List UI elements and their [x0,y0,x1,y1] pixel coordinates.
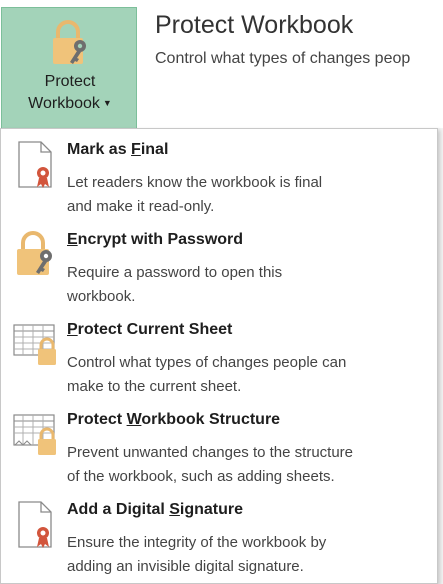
menu-title-accelerator: E [67,231,78,248]
menu-title-suffix: ignature [179,501,244,518]
section-description: Control what types of changes peop [155,50,411,67]
description-line-1: Require a password to open this [67,264,283,281]
description-line-1: Ensure the integrity of the workbook by [67,534,327,551]
button-label-line1: Protect [44,73,96,90]
menu-title-accelerator: S [169,501,180,518]
menu-item-encrypt-with-password[interactable]: Encrypt with Password Require a password… [1,219,437,309]
menu-title-accelerator: F [131,141,141,158]
menu-title-suffix: orkbook Structure [141,411,281,428]
protect-workbook-button[interactable]: Protect Workbook ▼ [1,7,137,129]
background-strip [438,128,443,584]
description-line-2: adding an invisible digital signature. [67,558,304,575]
sheet-lock-icon [13,319,59,369]
menu-title-accelerator: W [126,411,142,428]
menu-item-description: Prevent unwanted changes to the structur… [67,441,427,489]
description-line-2: and make it read-only. [67,198,215,215]
menu-title-prefix: Protect [67,411,127,428]
menu-item-mark-as-final[interactable]: Mark as Final Let readers know the workb… [1,129,437,219]
description-line-2: make to the current sheet. [67,378,242,395]
menu-item-protect-current-sheet[interactable]: Protect Current Sheet Control what types… [1,309,437,399]
dropdown-caret-icon: ▼ [102,98,112,108]
description-line-1: Let readers know the workbook is final [67,174,323,191]
mark-final-icon [13,139,59,189]
section-title: Protect Workbook [155,11,354,39]
description-line-2: of the workbook, such as adding sheets. [67,468,335,485]
menu-title-suffix: ncrypt with Password [77,231,244,248]
description-line-1: Prevent unwanted changes to the structur… [67,444,354,461]
description-line-1: Control what types of changes people can [67,354,347,371]
menu-title-accelerator: P [67,321,78,338]
lock-key-icon [13,229,59,279]
menu-item-description: Ensure the integrity of the workbook by … [67,531,427,579]
menu-item-description: Let readers know the workbook is final a… [67,171,427,219]
menu-item-add-digital-signature[interactable]: Add a Digital Signature Ensure the integ… [1,489,437,579]
lock-key-icon [50,20,94,73]
description-line-2: workbook. [67,288,136,305]
menu-title-prefix: Add a Digital [67,501,170,518]
menu-title-prefix: Mark as [67,141,132,158]
workbook-lock-icon [13,409,59,459]
protect-workbook-menu: Mark as Final Let readers know the workb… [0,128,438,584]
menu-item-description: Require a password to open this workbook… [67,261,427,309]
menu-item-protect-workbook-structure[interactable]: Protect Workbook Structure Prevent unwan… [1,399,437,489]
menu-item-description: Control what types of changes people can… [67,351,427,399]
signature-ribbon-icon [13,499,59,549]
button-label-line2: Workbook [28,95,100,112]
menu-title-suffix: inal [140,141,169,158]
menu-title-suffix: rotect Current Sheet [77,321,233,338]
